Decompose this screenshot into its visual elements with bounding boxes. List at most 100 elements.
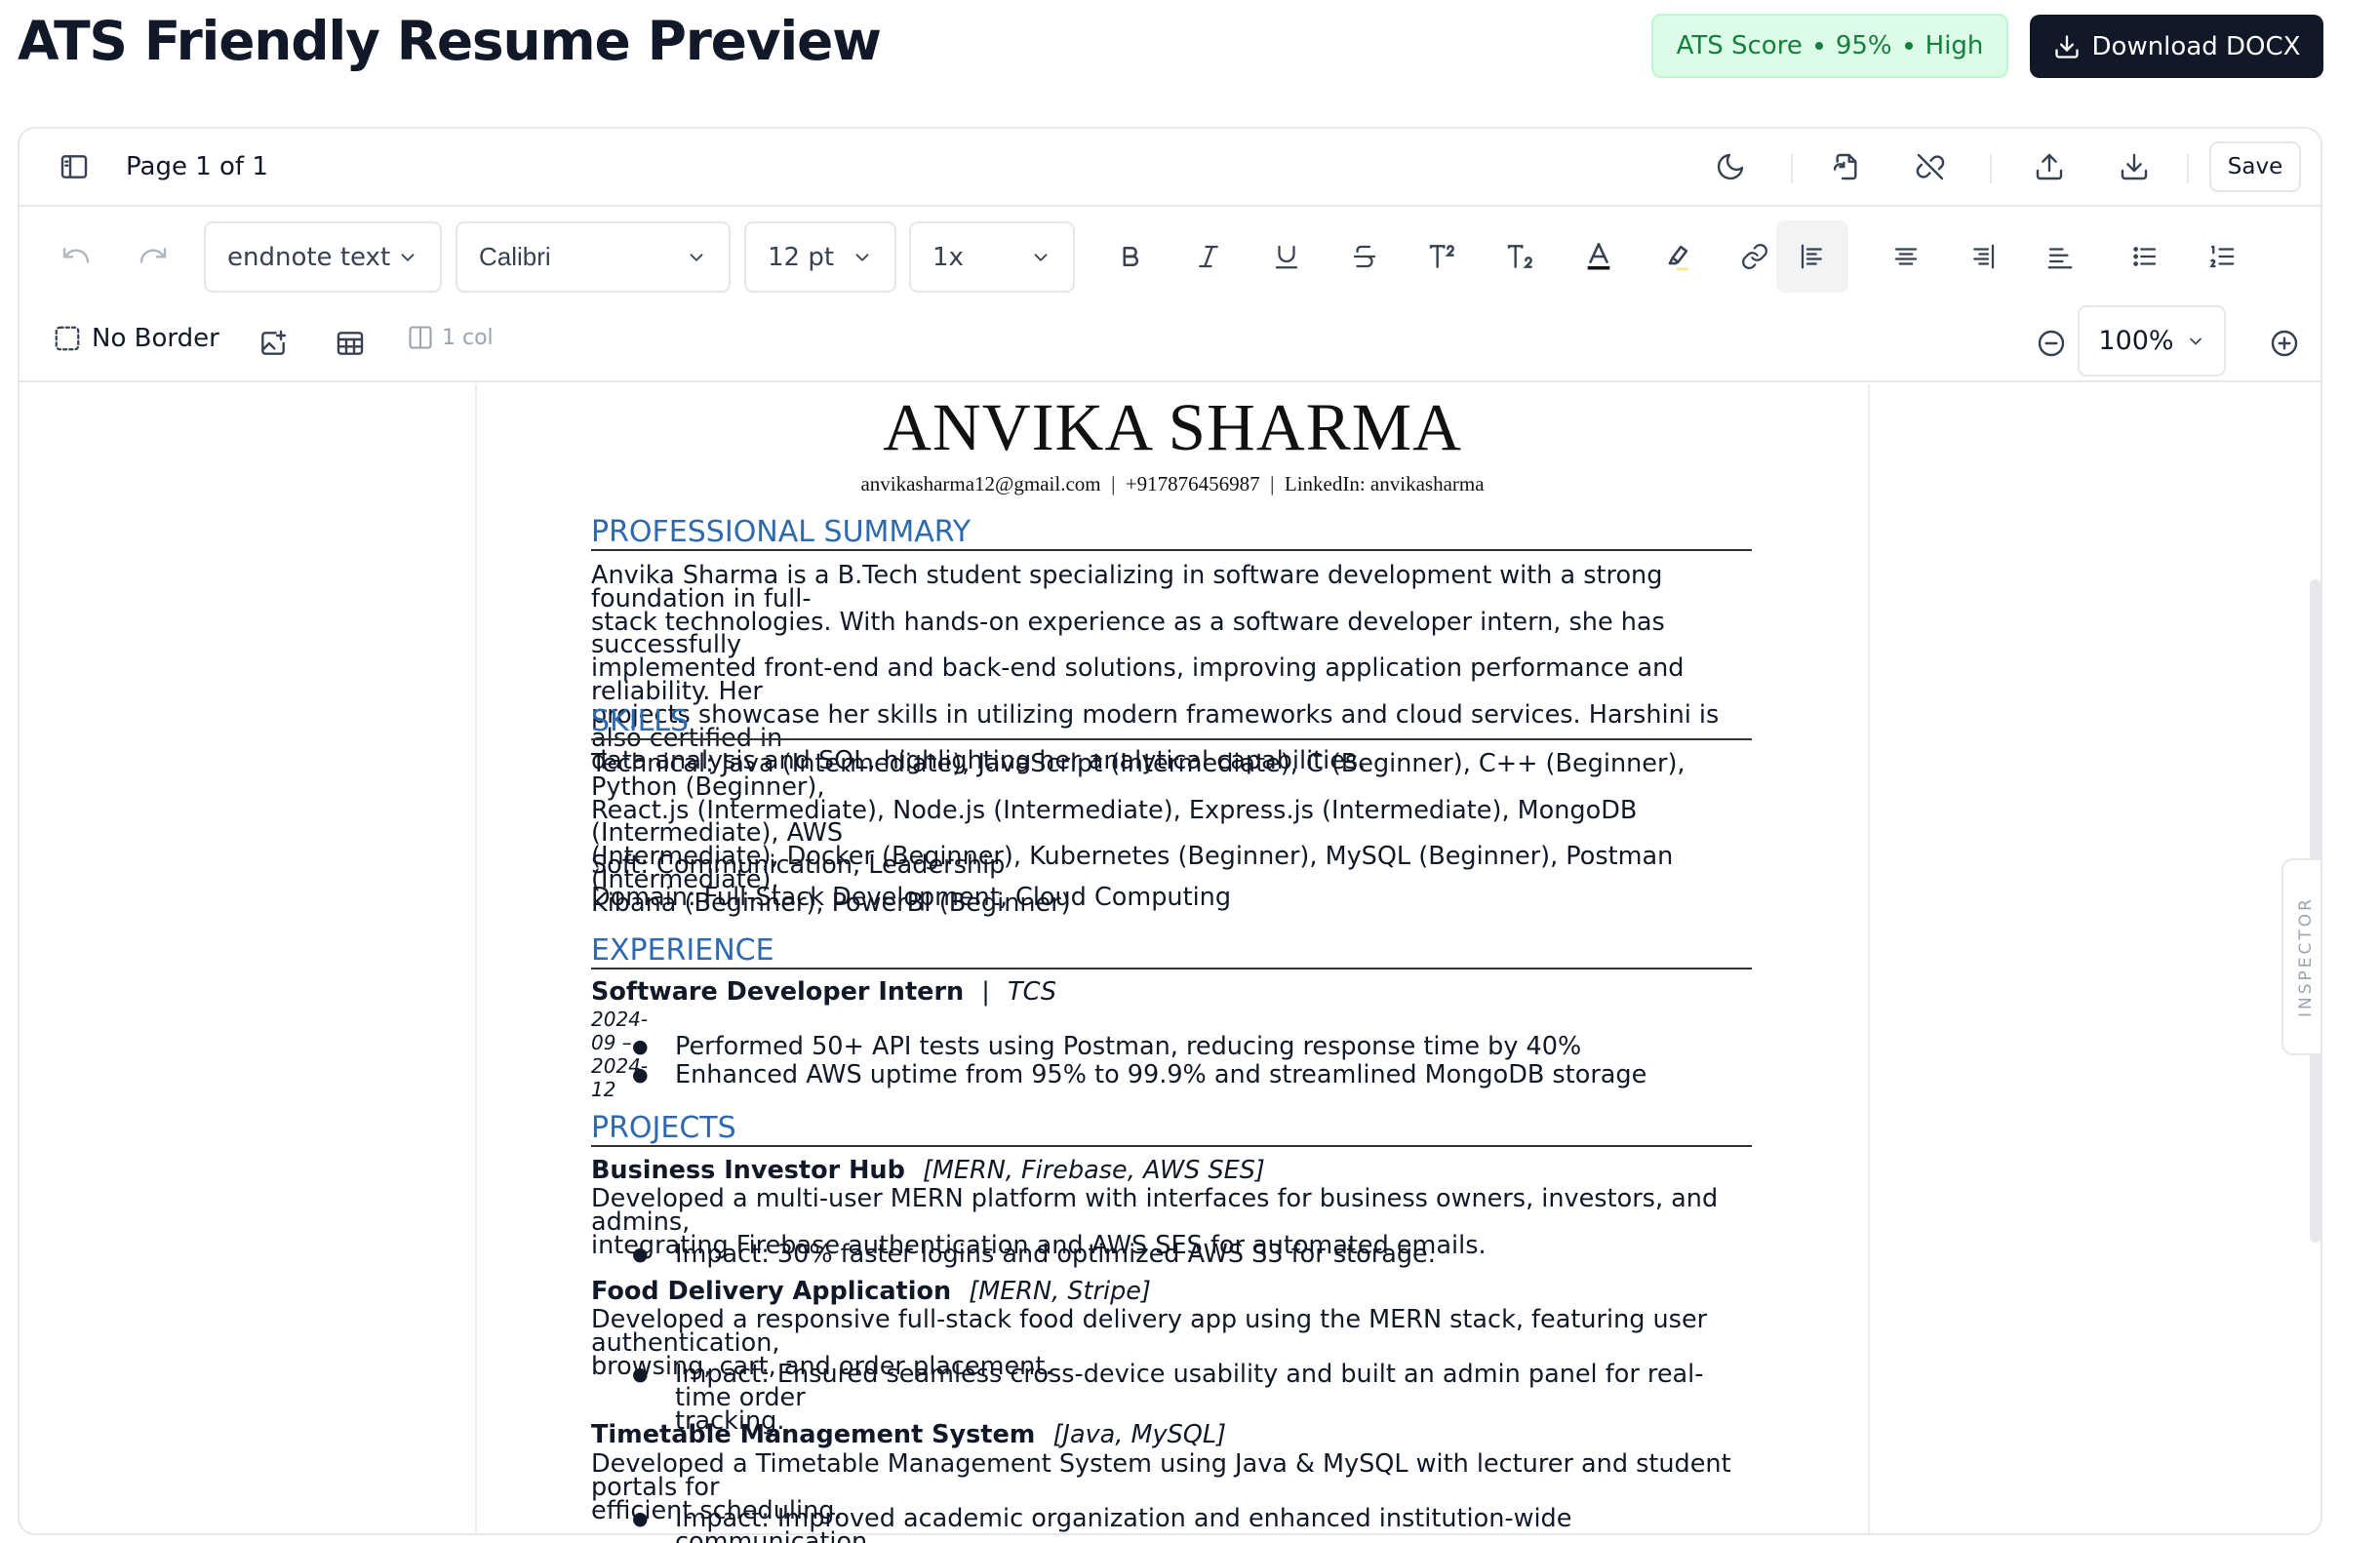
- underline-button[interactable]: [1259, 229, 1314, 284]
- align-center-icon: [1891, 242, 1921, 271]
- strikethrough-button[interactable]: [1337, 229, 1392, 284]
- project-bullet: Impact: Improved academic organization a…: [632, 1506, 1738, 1543]
- inspector-label: INSPECTOR: [2296, 896, 2316, 1017]
- align-right-button[interactable]: [1956, 229, 2010, 284]
- experience-title-line: Software Developer Intern | TCS: [591, 977, 1056, 1007]
- align-bottom-icon: [2045, 242, 2075, 271]
- font-family-select[interactable]: Calibri: [456, 221, 731, 293]
- project-title-line: Timetable Management System [Java, MySQL…: [591, 1420, 1226, 1449]
- ats-score-badge: ATS Score 95% High: [1651, 14, 2008, 78]
- skills-soft: Soft: Communication, Leadership: [591, 851, 1006, 880]
- numbered-list-button[interactable]: [2195, 229, 2249, 284]
- experience-bullet: Enhanced AWS uptime from 95% to 99.9% an…: [632, 1062, 1738, 1088]
- project-bullet-line: Impact: Ensured seamless cross-device us…: [675, 1360, 1704, 1412]
- link-button[interactable]: [1727, 229, 1782, 284]
- align-left-button[interactable]: [1776, 220, 1848, 293]
- summary-paragraph: Anvika Sharma is a B.Tech student specia…: [591, 561, 1752, 773]
- download-docx-button[interactable]: Download DOCX: [2030, 15, 2323, 78]
- bullet-list-button[interactable]: [2118, 229, 2172, 284]
- font-size-value: 12 pt: [768, 242, 835, 272]
- summary-line: stack technologies. With hands-on experi…: [591, 607, 1665, 660]
- font-family-value: Calibri: [479, 242, 551, 271]
- skills-domain: Domain: Full-Stack Development, Cloud Co…: [591, 883, 1232, 912]
- project-description-line: Developed a responsive full-stack food d…: [591, 1305, 1708, 1358]
- zoom-value: 100%: [2098, 326, 2174, 356]
- project-title: Food Delivery Application: [591, 1277, 952, 1306]
- chevron-down-icon: [397, 247, 418, 268]
- bullet-list-icon: [2130, 242, 2160, 271]
- download-docx-label: Download DOCX: [2091, 31, 2301, 61]
- project-tech: [Java, MySQL]: [1052, 1420, 1227, 1449]
- project-title: Timetable Management System: [591, 1420, 1036, 1449]
- file-sync-icon[interactable]: [1831, 151, 1862, 182]
- chevron-down-icon: [1030, 247, 1051, 268]
- project-description-line: Developed a Timetable Management System …: [591, 1449, 1731, 1502]
- subscript-button[interactable]: [1493, 229, 1548, 284]
- skills-line: Technical: Java (Intermediate), JavaScri…: [591, 749, 1686, 802]
- italic-button[interactable]: [1181, 229, 1236, 284]
- text-color-button[interactable]: [1571, 229, 1626, 284]
- inspector-tab[interactable]: INSPECTOR: [2281, 858, 2320, 1055]
- chevron-down-icon: [686, 247, 707, 268]
- columns-icon: [407, 324, 434, 351]
- link-icon: [1740, 242, 1769, 271]
- paragraph-style-select[interactable]: endnote text: [204, 221, 442, 293]
- text-color-icon: [1582, 240, 1615, 273]
- align-right-icon: [1968, 242, 1998, 271]
- superscript-button[interactable]: [1415, 229, 1470, 284]
- section-heading-skills: SKILLS: [591, 705, 1752, 740]
- page-indicator: Page 1 of 1: [126, 152, 268, 181]
- table-icon[interactable]: [335, 328, 366, 359]
- italic-icon: [1194, 242, 1223, 271]
- experience-company: TCS: [1008, 977, 1057, 1007]
- chevron-down-icon: [852, 247, 873, 268]
- redo-icon[interactable]: [138, 240, 169, 271]
- ats-score-value: 95%: [1835, 31, 1892, 60]
- project-bullet: Impact: 30% faster logins and optimized …: [632, 1242, 1738, 1267]
- bold-icon: [1116, 242, 1145, 271]
- zoom-in-icon[interactable]: [2269, 328, 2300, 359]
- experience-bullet: Performed 50+ API tests using Postman, r…: [632, 1034, 1738, 1059]
- align-justify-button[interactable]: [2033, 229, 2087, 284]
- document-toolbar: Page 1 of 1 Save: [20, 129, 2320, 207]
- project-title: Business Investor Hub: [591, 1156, 905, 1185]
- zoom-out-icon[interactable]: [2036, 328, 2067, 359]
- summary-line: Anvika Sharma is a B.Tech student specia…: [591, 561, 1663, 613]
- upload-icon[interactable]: [2034, 151, 2065, 182]
- unlink-icon[interactable]: [1915, 151, 1946, 182]
- summary-line: implemented front-end and back-end solut…: [591, 653, 1685, 706]
- line-spacing-select[interactable]: 1x: [909, 221, 1075, 293]
- font-size-select[interactable]: 12 pt: [744, 221, 896, 293]
- columns-button[interactable]: 1 col: [407, 324, 494, 351]
- bold-button[interactable]: [1103, 229, 1158, 284]
- ats-score-label: ATS Score: [1676, 31, 1803, 60]
- download-icon[interactable]: [2119, 151, 2150, 182]
- experience-separator: |: [981, 977, 990, 1007]
- formatting-toolbar: endnote text Calibri 12 pt 1x: [20, 207, 2320, 304]
- page-title: ATS Friendly Resume Preview: [18, 10, 882, 72]
- subscript-icon: [1505, 241, 1536, 272]
- sidebar-toggle-icon[interactable]: [59, 151, 90, 182]
- border-style-button[interactable]: No Border: [53, 324, 219, 353]
- separator-dot: [1814, 42, 1823, 50]
- separator-dot: [1904, 42, 1913, 50]
- border-style-label: No Border: [92, 324, 219, 353]
- insert-image-icon[interactable]: [258, 328, 289, 359]
- ats-score-level: High: [1924, 31, 1984, 60]
- toolbar-divider: [1990, 154, 1992, 183]
- align-center-button[interactable]: [1879, 229, 1933, 284]
- resume-name: ANVIKA SHARMA: [883, 390, 1462, 464]
- toolbar-divider: [2187, 154, 2189, 183]
- highlight-button[interactable]: [1649, 229, 1704, 284]
- highlighter-icon: [1660, 240, 1693, 273]
- dark-mode-icon[interactable]: [1715, 151, 1746, 182]
- numbered-list-icon: [2207, 242, 2237, 271]
- section-heading-experience: EXPERIENCE: [591, 934, 1752, 969]
- undo-icon[interactable]: [60, 240, 92, 271]
- project-title-line: Business Investor Hub [MERN, Firebase, A…: [591, 1156, 1265, 1185]
- layout-toolbar: No Border 1 col: [20, 304, 2320, 382]
- chevron-down-icon: [2186, 332, 2205, 351]
- save-button[interactable]: Save: [2209, 141, 2301, 192]
- project-tech: [MERN, Firebase, AWS SES]: [922, 1156, 1265, 1185]
- zoom-select[interactable]: 100%: [2078, 305, 2226, 376]
